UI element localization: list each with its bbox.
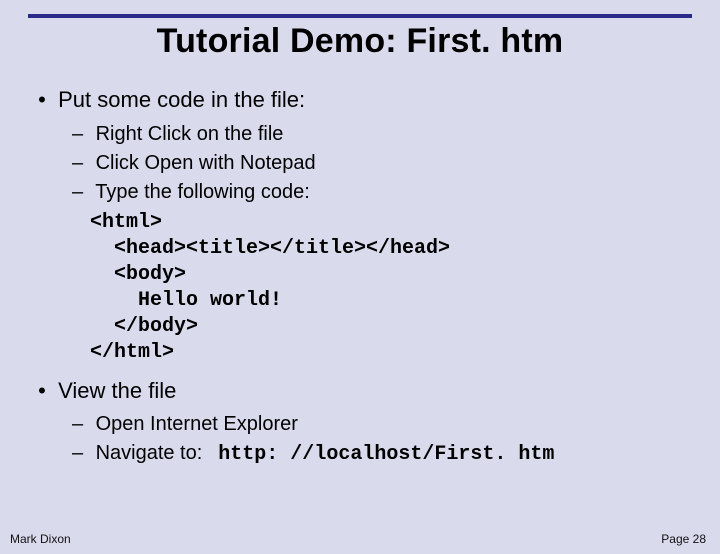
code-line: </body> bbox=[90, 315, 198, 338]
sub-text: Navigate to: bbox=[96, 442, 203, 464]
sub-text: Type the following code: bbox=[95, 181, 310, 203]
list-item: – Click Open with Notepad bbox=[72, 150, 688, 177]
dash-icon: – bbox=[72, 179, 90, 206]
bullet-view-file: • View the file bbox=[32, 376, 688, 406]
sub-text: Click Open with Notepad bbox=[96, 152, 316, 174]
code-line: </html> bbox=[90, 341, 174, 364]
code-line: Hello world! bbox=[90, 289, 282, 312]
bullet-text: Put some code in the file: bbox=[58, 87, 305, 112]
list-item: – Navigate to: http: //localhost/First. h… bbox=[72, 440, 688, 468]
sub-list-2: – Open Internet Explorer – Navigate to: h… bbox=[72, 411, 688, 468]
dash-icon: – bbox=[72, 411, 90, 438]
dash-icon: – bbox=[72, 440, 90, 467]
slide-title: Tutorial Demo: First. htm bbox=[0, 22, 720, 61]
bullet-text: View the file bbox=[58, 378, 176, 403]
list-item: – Type the following code: bbox=[72, 179, 688, 206]
sub-list-1: – Right Click on the file – Click Open w… bbox=[72, 121, 688, 206]
bullet-put-code: • Put some code in the file: bbox=[32, 85, 688, 115]
bullet-marker: • bbox=[32, 376, 52, 406]
code-line: <html> bbox=[90, 211, 162, 234]
sub-text: Open Internet Explorer bbox=[96, 413, 298, 435]
sub-text: Right Click on the file bbox=[96, 123, 284, 145]
slide-footer: Mark Dixon Page 28 bbox=[10, 532, 706, 546]
list-item: – Right Click on the file bbox=[72, 121, 688, 148]
code-line: <body> bbox=[90, 263, 186, 286]
dash-icon: – bbox=[72, 150, 90, 177]
code-line: <head><title></title></head> bbox=[90, 237, 450, 260]
code-block: <html> <head><title></title></head> <bod… bbox=[90, 210, 688, 366]
footer-page: Page 28 bbox=[661, 532, 706, 546]
list-item: – Open Internet Explorer bbox=[72, 411, 688, 438]
slide-content: • Put some code in the file: – Right Cli… bbox=[0, 61, 720, 468]
dash-icon: – bbox=[72, 121, 90, 148]
navigate-url: http: //localhost/First. htm bbox=[218, 443, 554, 466]
title-rule bbox=[28, 14, 692, 18]
bullet-marker: • bbox=[32, 85, 52, 115]
footer-author: Mark Dixon bbox=[10, 532, 71, 546]
